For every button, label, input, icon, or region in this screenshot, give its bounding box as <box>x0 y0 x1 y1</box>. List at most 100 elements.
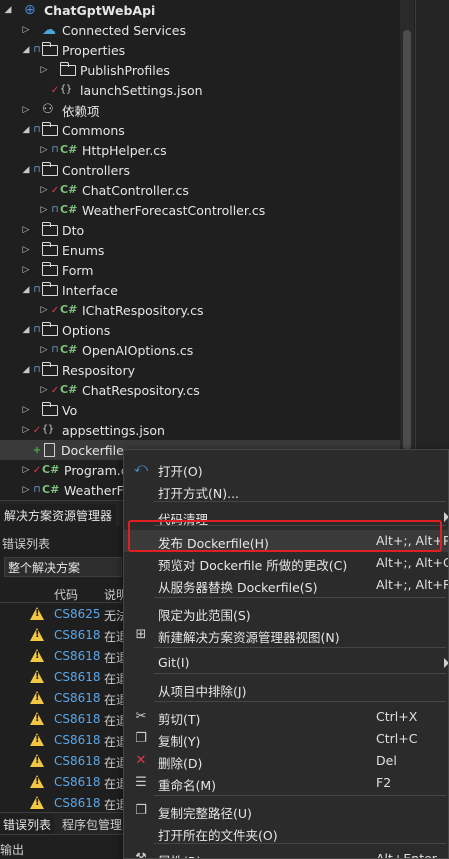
checked-in-lock-icon: ⊓ <box>33 165 41 175</box>
menu-item[interactable]: 从项目中排除(J) <box>124 678 448 700</box>
expand-caret-icon[interactable]: ▷ <box>38 185 50 195</box>
collapse-caret-icon[interactable]: ◢ <box>20 325 32 335</box>
error-code-link[interactable]: CS8618 <box>54 775 101 789</box>
expand-caret-icon[interactable]: ▷ <box>20 405 32 415</box>
tree-item[interactable]: ◢ ⊓ Options <box>0 320 400 340</box>
tree-item[interactable]: ▷ Form <box>0 260 400 280</box>
tree-item-label: HttpHelper.cs <box>82 142 167 158</box>
menu-item-label: 从服务器替换 Dockerfile(S) <box>158 580 318 595</box>
tree-item[interactable]: ▷ PublishProfiles <box>0 60 400 80</box>
csharp-icon: C# <box>42 463 60 476</box>
modified-check-icon: ✓ <box>32 424 42 436</box>
error-code-link[interactable]: CS8618 <box>54 754 101 768</box>
expand-caret-icon[interactable]: ▷ <box>20 105 32 115</box>
menu-item[interactable]: ⤺ 打开(O) <box>124 458 448 480</box>
tab-package-manager[interactable]: 程序包管理 <box>62 816 122 833</box>
tree-item-label: ChatRespository.cs <box>82 382 200 398</box>
menu-item[interactable]: ❐ 复制(Y) Ctrl+C <box>124 728 448 750</box>
menu-item-label: 打开(O) <box>158 464 203 479</box>
menu-item[interactable]: ☰ 重命名(M) F2 <box>124 772 448 794</box>
tab-solution-explorer[interactable]: 解决方案资源管理器 <box>0 504 117 526</box>
folder-icon <box>42 282 58 296</box>
tree-scrollbar-thumb[interactable] <box>403 30 411 450</box>
menu-item[interactable]: ❐ 复制完整路径(U) <box>124 800 448 822</box>
tree-item[interactable]: ▷ ✓{} appsettings.json <box>0 420 400 440</box>
expand-caret-icon[interactable]: ▷ <box>20 225 32 235</box>
menu-item-label: Git(I) <box>158 655 190 670</box>
menu-item-shortcut: Ctrl+X <box>376 709 418 724</box>
menu-item[interactable]: ✕ 删除(D) Del <box>124 750 448 772</box>
copy-path-icon: ❐ <box>135 803 147 818</box>
error-code-link[interactable]: CS8618 <box>54 649 101 663</box>
expand-caret-icon[interactable]: ▷ <box>20 425 32 435</box>
modified-check-icon: ✓ <box>50 184 60 196</box>
menu-item-label: 预览对 Dockerfile 所做的更改(C) <box>158 558 348 573</box>
tree-item[interactable]: ◢ ⊓ Interface <box>0 280 400 300</box>
error-code-link[interactable]: CS8618 <box>54 670 101 684</box>
expand-caret-icon[interactable]: ▷ <box>38 305 50 315</box>
tree-item[interactable]: ▷ ✓ C# ChatRespository.cs <box>0 380 400 400</box>
expand-caret-icon[interactable]: ▷ <box>20 265 32 275</box>
tree-item[interactable]: ▷ Dto <box>0 220 400 240</box>
tree-item[interactable]: ◢ ⊓ Properties <box>0 40 400 60</box>
tree-item[interactable]: ▷ ⚇ 依赖项 <box>0 100 400 120</box>
tree-item[interactable]: ◢ ⊓ Commons <box>0 120 400 140</box>
tree-item[interactable]: ▷ ⊓ C# WeatherForecastController.cs <box>0 200 400 220</box>
menu-item[interactable]: 限定为此范围(S) <box>124 602 448 624</box>
tab-output[interactable]: 输出 <box>0 841 24 858</box>
collapse-caret-icon[interactable]: ◢ <box>20 285 32 295</box>
tree-item-label: launchSettings.json <box>80 82 203 98</box>
expand-caret-icon[interactable]: ▷ <box>20 485 32 495</box>
collapse-caret-icon[interactable]: ◢ <box>20 165 32 175</box>
expand-caret-icon[interactable]: ▷ <box>38 65 50 75</box>
added-plus-icon: + <box>32 444 42 456</box>
expand-caret-icon[interactable]: ▷ <box>20 245 32 255</box>
menu-item[interactable]: 打开方式(N)... <box>124 480 448 502</box>
tree-item[interactable]: ▷ Vo <box>0 400 400 420</box>
expand-caret-icon[interactable]: ▷ <box>38 205 50 215</box>
menu-item[interactable]: ⚒ 属性(R) Alt+Enter <box>124 848 448 859</box>
tree-item[interactable]: ▷ ✓ C# ChatController.cs <box>0 180 400 200</box>
tab-error-list[interactable]: 错误列表 <box>0 814 55 835</box>
menu-item[interactable]: Git(I) <box>124 652 448 674</box>
checked-in-lock-icon: ⊓ <box>51 145 59 155</box>
menu-item[interactable]: ⊞ 新建解决方案资源管理器视图(N) <box>124 624 448 646</box>
menu-item[interactable]: 预览对 Dockerfile 所做的更改(C) Alt+;, Alt+C <box>124 552 448 574</box>
error-scope-dropdown[interactable]: 整个解决方案 <box>4 557 122 577</box>
menu-item[interactable]: ✂ 剪切(T) Ctrl+X <box>124 706 448 728</box>
tree-item-label: Controllers <box>62 162 130 178</box>
collapse-caret-icon[interactable]: ◢ <box>20 125 32 135</box>
error-code-link[interactable]: CS8618 <box>54 733 101 747</box>
error-code-link[interactable]: CS8618 <box>54 796 101 810</box>
error-code-link[interactable]: CS8618 <box>54 628 101 642</box>
expand-caret-icon[interactable]: ▷ <box>20 465 32 475</box>
expand-caret-icon[interactable]: ▷ <box>38 145 50 155</box>
tree-item[interactable]: ◢ ⊓ Controllers <box>0 160 400 180</box>
tree-item[interactable]: ▷ ⊓ C# OpenAIOptions.cs <box>0 340 400 360</box>
collapse-caret-icon[interactable]: ◢ <box>20 45 32 55</box>
tree-item[interactable]: ◢ ⊕ ChatGptWebApi <box>0 0 400 20</box>
menu-item[interactable]: 从服务器替换 Dockerfile(S) Alt+;, Alt+R <box>124 574 448 596</box>
tree-item-label: Dto <box>62 222 85 238</box>
tree-item[interactable]: ▷ ☁ Connected Services <box>0 20 400 40</box>
annotation-highlight-box <box>128 520 442 552</box>
tree-item[interactable]: ▷ ⊓ C# HttpHelper.cs <box>0 140 400 160</box>
expand-caret-icon[interactable]: ▷ <box>38 345 50 355</box>
tree-item[interactable]: ✓{} launchSettings.json <box>0 80 400 100</box>
tree-item[interactable]: ▷ ✓ C# IChatRespository.cs <box>0 300 400 320</box>
column-header-code[interactable]: 代码 <box>54 586 78 603</box>
menu-item-shortcut: Alt+Enter <box>376 851 437 859</box>
expand-caret-icon[interactable]: ▷ <box>20 25 32 35</box>
error-code-link[interactable]: CS8618 <box>54 712 101 726</box>
collapse-caret-icon[interactable]: ◢ <box>20 365 32 375</box>
tree-item[interactable]: ▷ Enums <box>0 240 400 260</box>
tree-item[interactable]: ◢ ⊓ Respository <box>0 360 400 380</box>
error-code-link[interactable]: CS8618 <box>54 691 101 705</box>
menu-item[interactable]: 打开所在的文件夹(O) <box>124 822 448 844</box>
error-code-link[interactable]: CS8625 <box>54 607 101 621</box>
expand-caret-icon[interactable]: ▷ <box>38 385 50 395</box>
collapse-caret-icon[interactable]: ◢ <box>2 5 14 15</box>
tree-item-label: 依赖项 <box>62 103 100 119</box>
tree-item-label: Dockerfile <box>61 442 124 458</box>
file-icon <box>44 443 55 457</box>
